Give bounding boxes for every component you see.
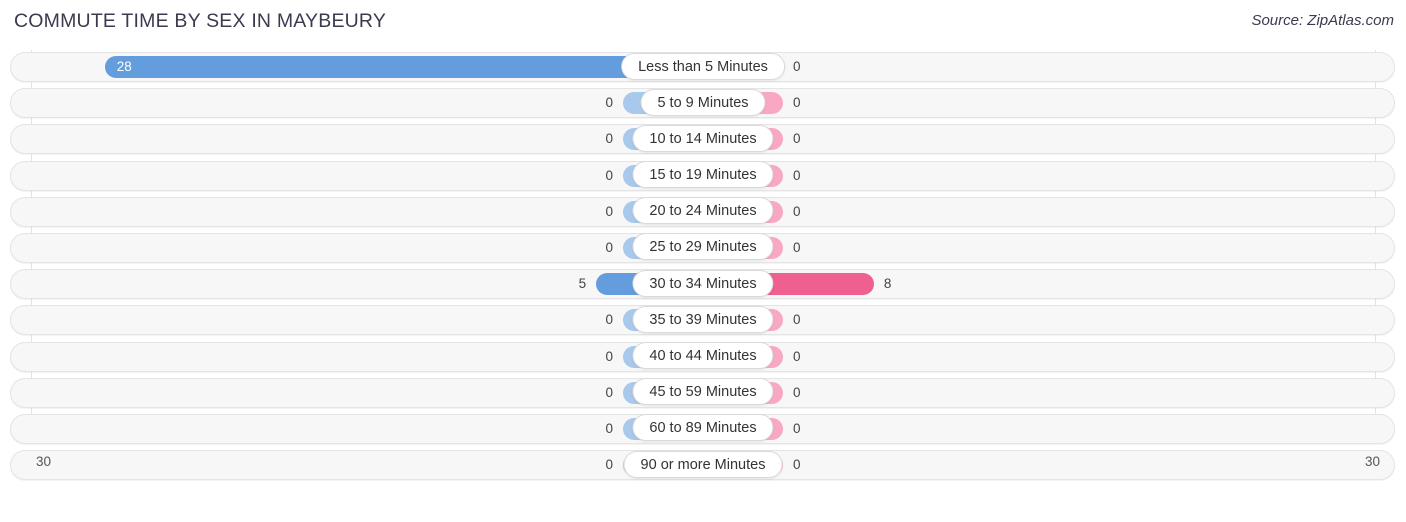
category-label: 90 or more Minutes bbox=[623, 450, 783, 478]
category-label: 20 to 24 Minutes bbox=[632, 197, 774, 225]
bar-value-male: 0 bbox=[605, 420, 613, 436]
category-label: Less than 5 Minutes bbox=[621, 52, 785, 80]
bar-row: 0 0 45 to 59 Minutes bbox=[0, 376, 1406, 412]
bar-value-female: 0 bbox=[793, 420, 801, 436]
bar-row: 0 0 20 to 24 Minutes bbox=[0, 195, 1406, 231]
bar-row: 0 0 10 to 14 Minutes bbox=[0, 122, 1406, 158]
category-label: 60 to 89 Minutes bbox=[632, 414, 774, 442]
bar-value-male: 0 bbox=[605, 95, 613, 111]
category-label: 5 to 9 Minutes bbox=[640, 88, 766, 116]
bar-row: 0 0 15 to 19 Minutes bbox=[0, 159, 1406, 195]
bar-value-male: 0 bbox=[605, 384, 613, 400]
bar-value-female: 0 bbox=[793, 203, 801, 219]
bar-row: 28 0 Less than 5 Minutes bbox=[0, 50, 1406, 86]
bar-value-female: 0 bbox=[793, 131, 801, 147]
bar-value-female: 0 bbox=[793, 312, 801, 328]
bar-row: 5 8 30 to 34 Minutes bbox=[0, 267, 1406, 303]
category-label: 30 to 34 Minutes bbox=[632, 269, 774, 297]
bar-value-female: 0 bbox=[793, 59, 801, 74]
category-label: 25 to 29 Minutes bbox=[632, 233, 774, 261]
bar-value-female: 0 bbox=[793, 167, 801, 183]
bar-row: 0 0 40 to 44 Minutes bbox=[0, 340, 1406, 376]
category-label: 15 to 19 Minutes bbox=[632, 161, 774, 189]
bar-value-male: 0 bbox=[605, 312, 613, 328]
bar-value-male: 5 bbox=[578, 276, 587, 292]
bar-row: 0 0 5 to 9 Minutes bbox=[0, 86, 1406, 122]
bar-value-female: 0 bbox=[793, 95, 801, 111]
category-label: 45 to 59 Minutes bbox=[632, 378, 774, 406]
bar-row: 0 0 25 to 29 Minutes bbox=[0, 231, 1406, 267]
source-attribution: Source: ZipAtlas.com bbox=[1251, 12, 1394, 29]
bar-rows: 28 0 Less than 5 Minutes 0 0 5 to 9 Minutes 0 0… bbox=[0, 50, 1406, 484]
bar-value-female: 0 bbox=[793, 384, 801, 400]
page-title: COMMUTE TIME BY SEX IN MAYBEURY bbox=[14, 10, 387, 32]
bar-value-male: 0 bbox=[605, 348, 613, 364]
category-label: 10 to 14 Minutes bbox=[632, 124, 774, 152]
bar-value-female: 8 bbox=[883, 276, 892, 292]
bar-value-male: 0 bbox=[605, 131, 613, 147]
bar-value-male: 0 bbox=[605, 167, 613, 183]
category-label: 40 to 44 Minutes bbox=[632, 342, 774, 369]
bar-value-male: 0 bbox=[605, 239, 613, 255]
bar-value-female: 0 bbox=[793, 348, 801, 364]
bar-value-female: 0 bbox=[793, 239, 801, 255]
chart-page: COMMUTE TIME BY SEX IN MAYBEURY Source: … bbox=[0, 0, 1406, 522]
bar-value-male: 28 bbox=[116, 59, 132, 74]
bar-male[interactable] bbox=[104, 56, 703, 78]
category-label: 35 to 39 Minutes bbox=[632, 305, 774, 333]
bar-value-male: 0 bbox=[605, 203, 613, 219]
plot-area: 28 0 Less than 5 Minutes 0 0 5 to 9 Minutes 0 0… bbox=[0, 50, 1406, 485]
bar-row: 0 0 35 to 39 Minutes bbox=[0, 303, 1406, 339]
bar-row: 0 0 60 to 89 Minutes bbox=[0, 412, 1406, 448]
